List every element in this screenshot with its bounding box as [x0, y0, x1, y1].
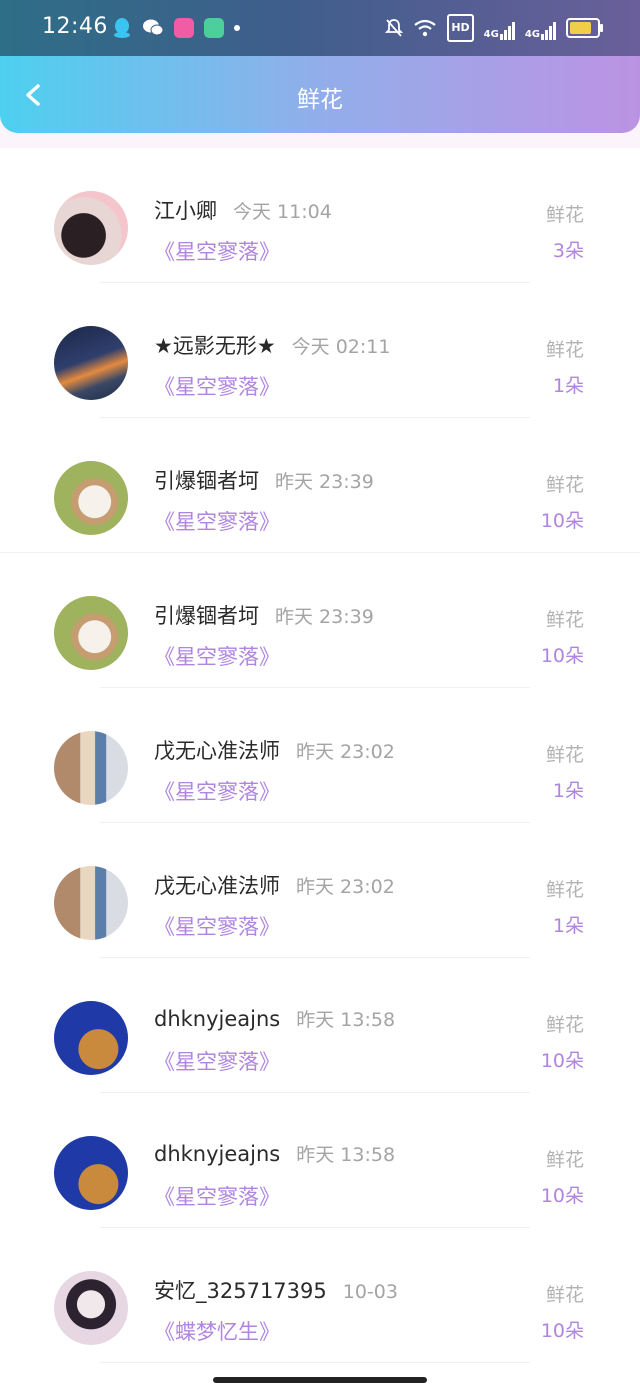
hd-icon: HD: [447, 14, 474, 42]
gift-count: 10朵: [540, 1185, 584, 1207]
avatar[interactable]: [54, 326, 128, 400]
book-title[interactable]: 《星空寥落》: [154, 506, 280, 536]
timestamp: 10-03: [342, 1281, 398, 1303]
user-name[interactable]: 引爆锢者坷: [154, 469, 259, 493]
gift-count: 1朵: [552, 375, 584, 397]
status-bar: 12:46 HD 4G 4G: [0, 0, 640, 56]
gift-label: 鲜花: [545, 204, 584, 226]
page-title: 鲜花: [297, 87, 343, 113]
gift-label: 鲜花: [545, 339, 584, 361]
avatar[interactable]: [54, 1271, 128, 1345]
more-notifications-dot: [234, 16, 240, 40]
gift-label: 鲜花: [545, 1149, 584, 1171]
book-title[interactable]: 《蝶梦忆生》: [154, 1316, 280, 1346]
list-item[interactable]: 戊无心准法师 昨天 23:02 《星空寥落》 鲜花 1朵: [0, 823, 640, 958]
gift-count: 3朵: [552, 240, 584, 262]
timestamp: 昨天 23:02: [296, 876, 395, 898]
list-item[interactable]: dhknyjeajns 昨天 13:58 《星空寥落》 鲜花 10朵: [0, 958, 640, 1093]
flower-list: 江小卿 今天 11:04 《星空寥落》 鲜花 3朵 ★远影无形★ 今天 02:11 …: [0, 148, 640, 1363]
gift-label: 鲜花: [545, 879, 584, 901]
top-area: 12:46 HD 4G 4G 鲜花: [0, 0, 640, 148]
gift-label: 鲜花: [545, 474, 584, 496]
app-header: 鲜花: [0, 56, 640, 133]
avatar[interactable]: [54, 1001, 128, 1075]
timestamp: 今天 02:11: [291, 336, 391, 358]
book-title[interactable]: 《星空寥落》: [154, 236, 280, 266]
wifi-icon: [413, 16, 437, 40]
user-name[interactable]: 安忆_325717395: [154, 1279, 327, 1303]
gift-count: 10朵: [540, 1050, 584, 1072]
gift-label: 鲜花: [545, 1284, 584, 1306]
gift-label: 鲜花: [545, 609, 584, 631]
book-title[interactable]: 《星空寥落》: [154, 641, 280, 671]
avatar[interactable]: [54, 596, 128, 670]
list-item[interactable]: 戊无心准法师 昨天 23:02 《星空寥落》 鲜花 1朵: [0, 688, 640, 823]
app-green-icon: [204, 16, 224, 40]
user-name[interactable]: dhknyjeajns: [154, 1007, 280, 1031]
signal-icon-2: 4G: [525, 16, 556, 40]
gift-count: 1朵: [552, 915, 584, 937]
gift-count: 10朵: [540, 1320, 584, 1342]
notification-icons: [112, 16, 240, 40]
home-indicator[interactable]: [213, 1377, 427, 1383]
gift-label: 鲜花: [545, 744, 584, 766]
timestamp: 昨天 23:39: [275, 606, 374, 628]
timestamp: 昨天 23:39: [275, 471, 374, 493]
mute-bell-icon: [385, 16, 404, 40]
divider: [100, 1362, 530, 1363]
gift-count: 10朵: [540, 510, 584, 532]
book-title[interactable]: 《星空寥落》: [154, 776, 280, 806]
battery-icon: [566, 16, 603, 40]
timestamp: 昨天 13:58: [296, 1009, 396, 1031]
list-item[interactable]: ★远影无形★ 今天 02:11 《星空寥落》 鲜花 1朵: [0, 283, 640, 418]
screen: 12:46 HD 4G 4G 鲜花 江小卿 今天 11:04 《星空寥落》 鲜花…: [0, 0, 640, 1387]
timestamp: 昨天 13:58: [296, 1144, 396, 1166]
signal-icon-1: 4G: [484, 16, 515, 40]
app-badge-icon: [174, 16, 194, 40]
user-name[interactable]: 江小卿: [154, 199, 217, 223]
wechat-icon: [142, 16, 164, 40]
book-title[interactable]: 《星空寥落》: [154, 1046, 280, 1076]
avatar[interactable]: [54, 731, 128, 805]
avatar[interactable]: [54, 191, 128, 265]
gift-label: 鲜花: [545, 1014, 584, 1036]
qq-icon: [112, 16, 132, 40]
user-name[interactable]: 引爆锢者坷: [154, 604, 259, 628]
gift-count: 10朵: [540, 645, 584, 667]
avatar[interactable]: [54, 866, 128, 940]
list-item[interactable]: 引爆锢者坷 昨天 23:39 《星空寥落》 鲜花 10朵: [0, 418, 640, 553]
status-time: 12:46: [42, 14, 108, 39]
list-item[interactable]: 引爆锢者坷 昨天 23:39 《星空寥落》 鲜花 10朵: [0, 553, 640, 688]
user-name[interactable]: ★远影无形★: [154, 334, 276, 358]
user-name[interactable]: 戊无心准法师: [154, 874, 280, 898]
avatar[interactable]: [54, 461, 128, 535]
list-item[interactable]: 安忆_325717395 10-03 《蝶梦忆生》 鲜花 10朵: [0, 1228, 640, 1363]
book-title[interactable]: 《星空寥落》: [154, 371, 280, 401]
list-item[interactable]: 江小卿 今天 11:04 《星空寥落》 鲜花 3朵: [0, 148, 640, 283]
book-title[interactable]: 《星空寥落》: [154, 911, 280, 941]
user-name[interactable]: dhknyjeajns: [154, 1142, 280, 1166]
timestamp: 今天 11:04: [233, 201, 332, 223]
timestamp: 昨天 23:02: [296, 741, 395, 763]
user-name[interactable]: 戊无心准法师: [154, 739, 280, 763]
gift-count: 1朵: [552, 780, 584, 802]
system-icons: HD 4G 4G: [385, 14, 603, 42]
book-title[interactable]: 《星空寥落》: [154, 1181, 280, 1211]
avatar[interactable]: [54, 1136, 128, 1210]
list-item[interactable]: dhknyjeajns 昨天 13:58 《星空寥落》 鲜花 10朵: [0, 1093, 640, 1228]
